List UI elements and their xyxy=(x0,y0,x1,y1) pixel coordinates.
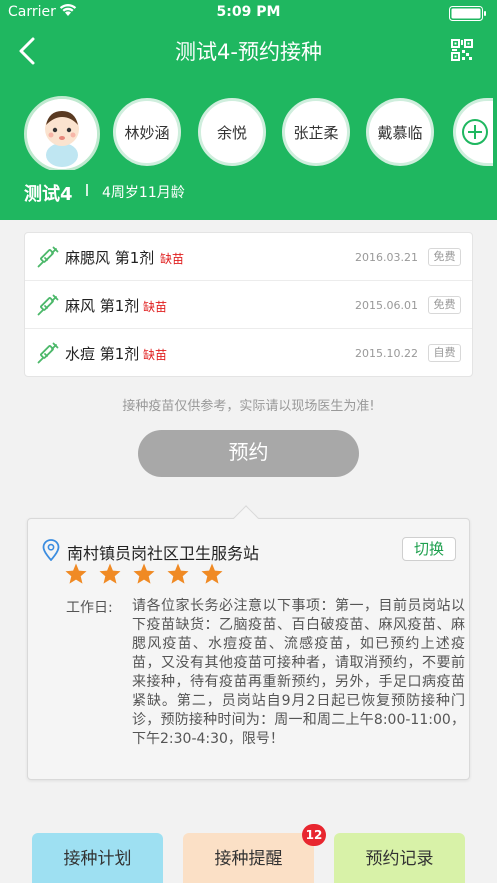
fee-tag: 自费 xyxy=(428,344,461,362)
bottom-tabs: 接种计划 接种提醒 预约记录 xyxy=(0,833,497,883)
vaccine-name: 麻风 第1剂 xyxy=(65,297,140,315)
syringe-icon xyxy=(37,294,59,316)
nav-bar: 测试4-预约接种 xyxy=(0,26,497,76)
battery-icon xyxy=(449,6,486,21)
switch-station-button[interactable]: 切换 xyxy=(402,537,456,561)
station-card: 南村镇员岗社区卫生服务站 切换 工作日: 请各位家长务必注意以下事项：第一，目前… xyxy=(27,505,470,780)
shortage-badge: 缺苗 xyxy=(143,348,168,362)
selected-child-avatar[interactable] xyxy=(24,96,100,170)
reminder-count-badge: 12 xyxy=(302,824,326,846)
child-chip[interactable]: 戴慕临 xyxy=(366,98,434,166)
workday-label: 工作日: xyxy=(66,600,113,616)
shortage-badge: 缺苗 xyxy=(160,252,185,266)
tab-vaccination-reminder[interactable]: 接种提醒 xyxy=(183,833,314,883)
child-chip[interactable]: 林妙涵 xyxy=(113,98,181,166)
child-chip[interactable]: 张芷柔 xyxy=(282,98,350,166)
vaccine-row[interactable]: 麻风 第1剂 缺苗 2015.06.01 免费 xyxy=(25,281,472,329)
book-button[interactable]: 预约 xyxy=(138,430,359,477)
vaccine-date: 2015.06.01 xyxy=(355,299,418,312)
vaccine-date: 2016.03.21 xyxy=(355,251,418,264)
vaccine-name: 麻腮风 第1剂 xyxy=(65,249,155,267)
current-child-info: 测试4 4周岁11月龄 xyxy=(24,180,185,206)
star-icon xyxy=(201,563,223,584)
tab-booking-records[interactable]: 预约记录 xyxy=(334,833,465,883)
station-name: 南村镇员岗社区卫生服务站 xyxy=(67,544,260,563)
current-child-age: 4周岁11月龄 xyxy=(102,185,185,201)
vaccine-row[interactable]: 麻腮风 第1剂 缺苗 2016.03.21 免费 xyxy=(25,233,472,281)
status-bar: Carrier 5:09 PM xyxy=(0,0,497,26)
syringe-icon xyxy=(37,246,59,268)
vaccine-date: 2015.10.22 xyxy=(355,347,418,360)
star-icon xyxy=(99,563,121,584)
tab-vaccination-plan[interactable]: 接种计划 xyxy=(32,833,163,883)
star-icon xyxy=(167,563,189,584)
child-chip[interactable]: 余悦 xyxy=(198,98,266,166)
location-pin-icon xyxy=(42,539,60,561)
baby-avatar-icon xyxy=(27,99,97,169)
current-child-name: 测试4 xyxy=(24,184,73,205)
plus-circle-icon xyxy=(461,119,488,145)
page-title: 测试4-预约接种 xyxy=(175,40,322,64)
header: Carrier 5:09 PM 测试4-预约接种 林妙涵 余悦 张芷柔 戴慕临 … xyxy=(0,0,497,220)
reference-note: 接种疫苗仅供参考，实际请以现场医生为准! xyxy=(122,399,375,414)
vaccine-name: 水痘 第1剂 xyxy=(65,345,140,363)
fee-tag: 免费 xyxy=(428,296,461,314)
vaccine-row[interactable]: 水痘 第1剂 缺苗 2015.10.22 自费 xyxy=(25,329,472,377)
star-icon xyxy=(133,563,155,584)
fee-tag: 免费 xyxy=(428,248,461,266)
syringe-icon xyxy=(37,342,59,364)
workday-notice: 请各位家长务必注意以下事项：第一，目前员岗站以下疫苗缺货：乙脑疫苗、百白破疫苗、… xyxy=(132,598,465,747)
star-icon xyxy=(65,563,87,584)
shortage-badge: 缺苗 xyxy=(143,300,168,314)
vaccine-list: 麻腮风 第1剂 缺苗 2016.03.21 免费 麻风 第1剂 缺苗 2015.… xyxy=(24,232,473,377)
card-pointer xyxy=(233,505,259,531)
qr-code-icon[interactable] xyxy=(451,39,473,61)
add-child-button[interactable] xyxy=(453,98,493,166)
chevron-left-icon[interactable] xyxy=(14,34,44,68)
child-selector: 林妙涵 余悦 张芷柔 戴慕临 xyxy=(0,96,497,170)
divider xyxy=(86,184,88,196)
clock: 5:09 PM xyxy=(216,4,281,20)
